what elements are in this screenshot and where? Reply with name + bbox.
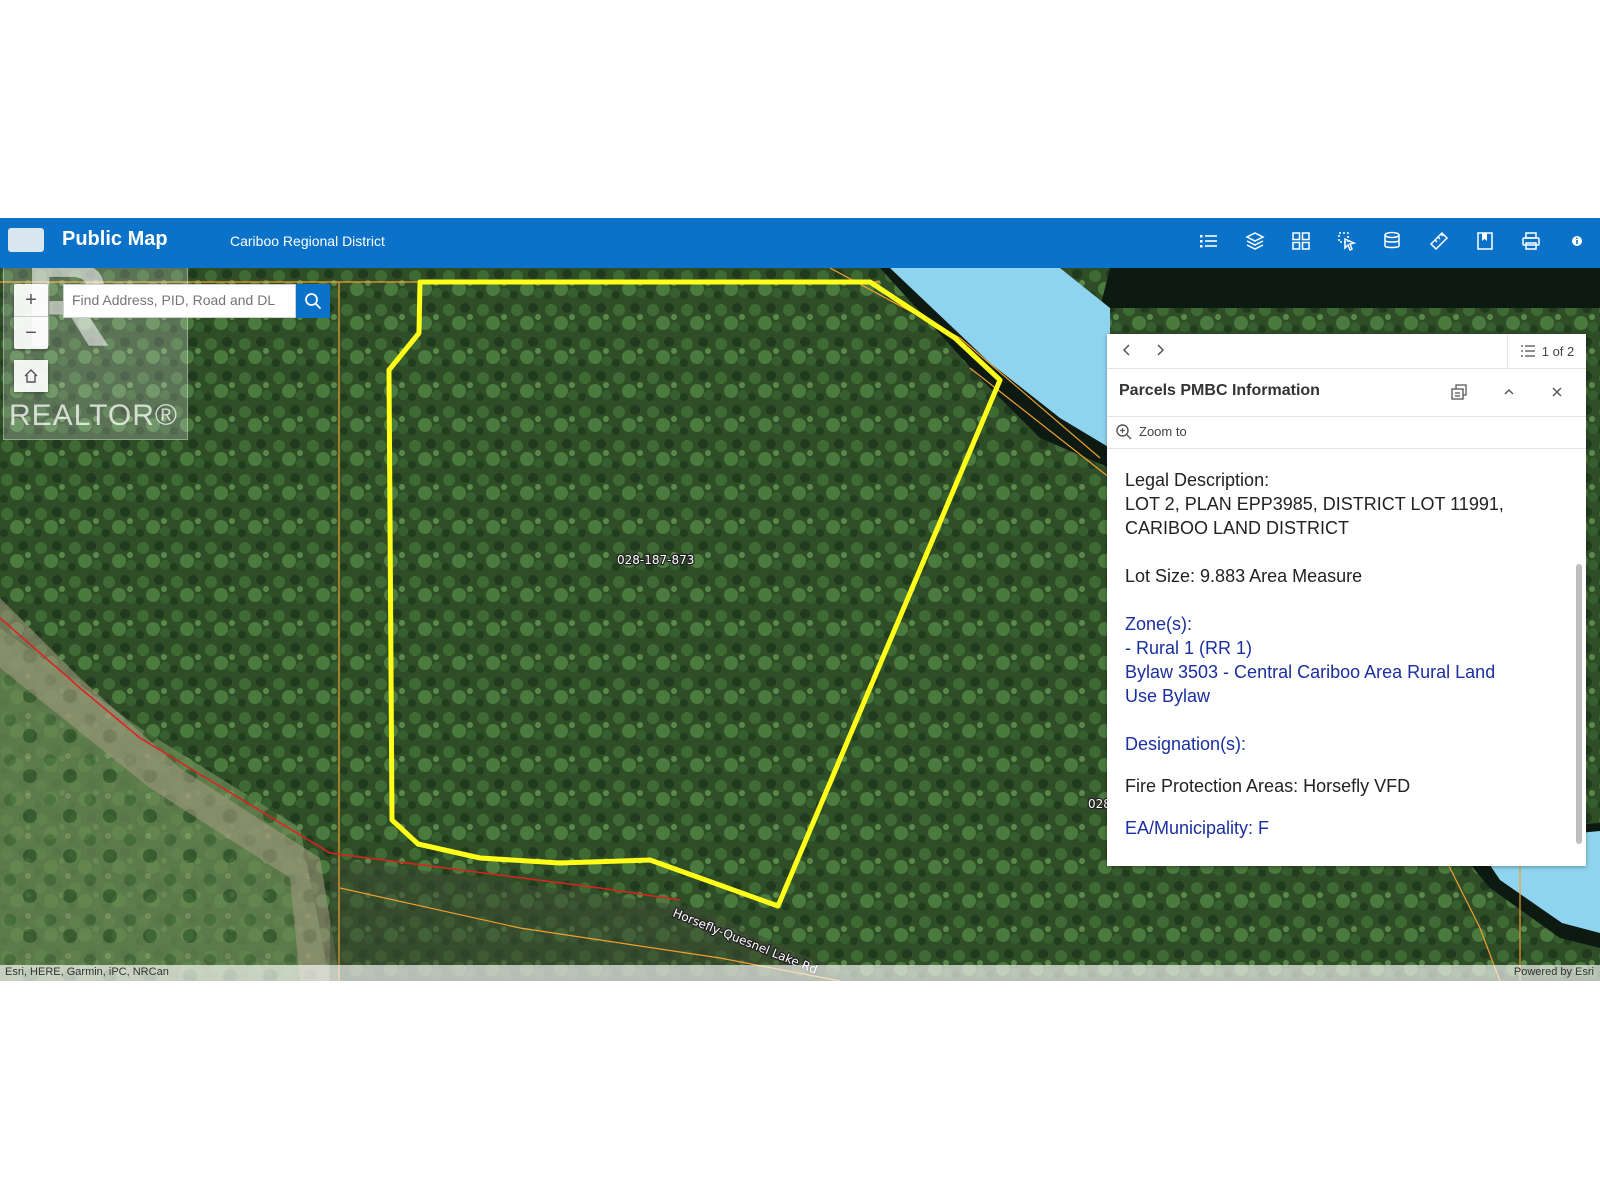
bookmark-icon[interactable]: [1472, 228, 1498, 254]
legal-description-label: Legal Description:: [1125, 470, 1270, 490]
query-icon[interactable]: [1380, 228, 1406, 254]
zoom-to-icon: [1116, 424, 1132, 440]
fire-protection-area: Fire Protection Areas: Horsefly VFD: [1125, 776, 1411, 796]
popup-navigation: 1 of 2: [1107, 334, 1586, 369]
bylaw-line1: Bylaw 3503 - Central Cariboo Area Rural …: [1125, 662, 1496, 682]
ea-municipality: EA/Municipality: F: [1125, 818, 1270, 838]
parcel-info-popup: 1 of 2 Parcels PMBC Information Zoom to …: [1107, 334, 1586, 866]
print-icon[interactable]: [1518, 228, 1544, 254]
measure-icon[interactable]: [1426, 228, 1452, 254]
header-bar: Public Map Cariboo Regional District: [0, 218, 1600, 268]
list-icon: [1520, 345, 1535, 357]
zoom-out-button[interactable]: −: [14, 316, 48, 349]
layers-icon[interactable]: [1242, 228, 1268, 254]
legend-icon[interactable]: [1196, 228, 1222, 254]
close-icon[interactable]: [1547, 382, 1567, 402]
zoom-to-action[interactable]: Zoom to: [1107, 416, 1586, 449]
legal-description-line2: CARIBOO LAND DISTRICT: [1125, 518, 1350, 538]
popup-scrollbar[interactable]: [1574, 454, 1584, 862]
feature-count: 1 of 2: [1541, 343, 1575, 359]
popup-header: Parcels PMBC Information: [1107, 368, 1586, 417]
zone-value: - Rural 1 (RR 1): [1125, 638, 1253, 658]
feature-list-button[interactable]: 1 of 2: [1507, 334, 1586, 368]
collapse-icon[interactable]: [1499, 382, 1519, 402]
zoom-to-label: Zoom to: [1139, 424, 1187, 439]
zoom-in-button[interactable]: +: [14, 284, 48, 316]
home-icon: [24, 369, 38, 383]
designations-label: Designation(s):: [1125, 734, 1247, 754]
search-input[interactable]: [64, 285, 300, 315]
parcel-label-main: 028-187-873: [617, 553, 694, 567]
map-application: Public Map Cariboo Regional District 028…: [0, 218, 1600, 981]
home-button[interactable]: [14, 360, 48, 392]
app-title: Public Map: [62, 228, 168, 250]
attribution-text: Esri, HERE, Garmin, iPC, NRCan: [5, 966, 169, 978]
powered-by-esri[interactable]: Powered by Esri: [1514, 966, 1594, 978]
map-view[interactable]: 028-187-873 028-187-881 Horsefly-Quesnel…: [0, 268, 1600, 981]
organization-title: Cariboo Regional District: [230, 233, 385, 249]
select-icon[interactable]: [1334, 228, 1360, 254]
dock-icon[interactable]: [1449, 382, 1469, 402]
lot-size: Lot Size: 9.883 Area Measure: [1125, 566, 1363, 586]
zoom-control: + −: [14, 284, 48, 349]
search-button[interactable]: [296, 284, 330, 318]
bylaw-line2: Use Bylaw: [1125, 686, 1211, 706]
scrollbar-thumb[interactable]: [1576, 564, 1582, 844]
basemap-gallery-icon[interactable]: [1288, 228, 1314, 254]
realtor-logo-word: REALTOR®: [9, 399, 179, 432]
next-feature-icon[interactable]: [1150, 340, 1170, 360]
search-field: [63, 284, 300, 318]
cariboo-logo: [8, 228, 44, 252]
toolbar: [1196, 228, 1590, 254]
popup-title: Parcels PMBC Information: [1119, 382, 1320, 399]
popup-content: Legal Description: LOT 2, PLAN EPP3985, …: [1125, 468, 1545, 840]
zones-label: Zone(s):: [1125, 614, 1193, 634]
previous-feature-icon[interactable]: [1117, 340, 1137, 360]
info-icon[interactable]: [1564, 228, 1590, 254]
legal-description-line1: LOT 2, PLAN EPP3985, DISTRICT LOT 11991,: [1125, 494, 1504, 514]
search-icon: [305, 293, 322, 310]
attribution-bar: Esri, HERE, Garmin, iPC, NRCan Powered b…: [0, 965, 1600, 981]
